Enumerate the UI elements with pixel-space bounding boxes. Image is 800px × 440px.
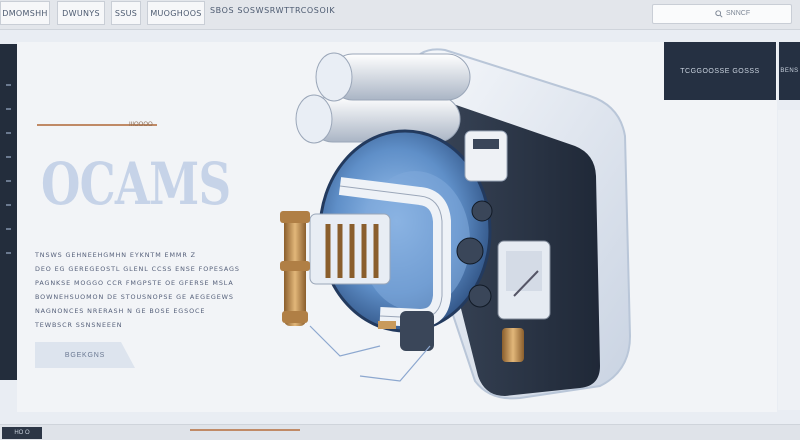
tab-1[interactable]: DMOMSHH	[0, 1, 50, 25]
right-edge-panel	[778, 110, 800, 410]
rail-tick	[6, 156, 11, 158]
breadcrumb: SBOS SOSWSRWTTRCOSOIK	[210, 6, 336, 15]
body-line: DEO EG GEREGEOSTL GLENL CCSS ENSE FOPESA…	[35, 265, 240, 273]
rail-tick	[6, 228, 11, 230]
info-card-secondary[interactable]: BENS	[779, 42, 800, 100]
info-card-primary[interactable]: TCGGOOSSE GOSSS	[664, 42, 776, 100]
tab-3[interactable]: SSUS	[111, 1, 141, 25]
card-label: TCGGOOSSE GOSSS	[680, 67, 760, 75]
eyebrow-label: IIIOOOO	[129, 122, 153, 128]
top-bar: DMOMSHH DWUNYS SSUS MUOGHOOS SBOS SOSWSR…	[0, 0, 800, 30]
engine-illustration	[280, 48, 632, 400]
search-input[interactable]: SNNCF	[652, 4, 792, 24]
rail-tick	[6, 204, 11, 206]
body-text: TNSWS GEHNEEHGMHN EYKNTM EMMR Z DEO EG G…	[35, 248, 240, 332]
body-line: PAGNKSE MOGGO CCR FMGPSTE OE GFERSE MSLA	[35, 279, 234, 287]
progress-accent	[190, 429, 300, 431]
tab-4[interactable]: MUOGHOOS	[147, 1, 205, 25]
body-line: TEWBSCR SSNSNEEEN	[35, 321, 123, 329]
body-line: TNSWS GEHNEEHGMHN EYKNTM EMMR Z	[35, 251, 196, 259]
body-line: NAGNONCES NRERASH N GE BOSE EGSOCE	[35, 307, 206, 315]
rail-tick	[6, 84, 11, 86]
search-placeholder: SNNCF	[726, 10, 751, 17]
search-icon	[715, 10, 723, 18]
bottom-bar: HO O	[0, 424, 800, 440]
body-line: BOWNEHSUOMON DE STOUSNOPSE GE AEGEGEWS	[35, 293, 234, 301]
left-rail	[0, 44, 17, 380]
rail-tick	[6, 252, 11, 254]
rail-tick	[6, 108, 11, 110]
rail-tick	[6, 132, 11, 134]
status-tag[interactable]: HO O	[2, 427, 42, 439]
tab-2[interactable]: DWUNYS	[57, 1, 105, 25]
card-label: BENS	[780, 68, 799, 74]
page-title: OCAMS	[41, 150, 231, 218]
rail-tick	[6, 180, 11, 182]
cta-button[interactable]: BGEKGNS	[35, 342, 135, 368]
